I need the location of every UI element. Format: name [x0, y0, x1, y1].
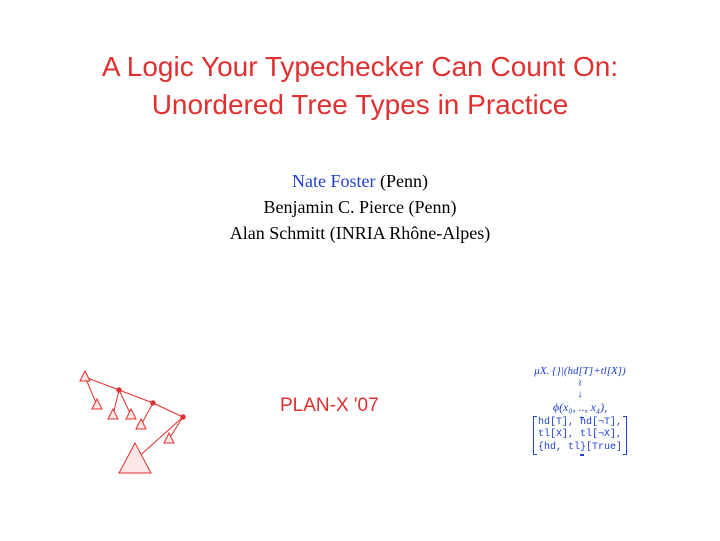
slide-title: A Logic Your Typechecker Can Count On: U…: [0, 0, 720, 124]
author-1: Nate Foster (Penn): [0, 168, 720, 194]
title-line-1: A Logic Your Typechecker Can Count On:: [0, 48, 720, 86]
tree-diagram: [65, 365, 225, 485]
author-1-affil: (Penn): [375, 171, 428, 191]
formula-m3: {hd, tl}[True]: [538, 442, 622, 455]
venue-label: PLAN-X '07: [280, 395, 379, 417]
authors: Nate Foster (Penn) Benjamin C. Pierce (P…: [0, 168, 720, 246]
footer-row: PLAN-X '07 μX. {}|(hd[T]+tl[X]) ≀↓ ϕ(x₀,…: [0, 370, 720, 500]
author-highlighted: Nate Foster: [292, 171, 375, 191]
formula-mu: μX. {}|(hd[T]+tl[X]): [500, 364, 660, 378]
formula-m2: tl[X], tl[¬X],: [538, 429, 622, 442]
title-line-2: Unordered Tree Types in Practice: [0, 86, 720, 124]
author-3: Alan Schmitt (INRIA Rhône-Alpes): [0, 220, 720, 246]
formula-matrix: hd[T], hd[¬T], tl[X], tl[¬X], {hd, tl}[T…: [533, 416, 627, 456]
author-2: Benjamin C. Pierce (Penn): [0, 194, 720, 220]
formula-arrow: ≀↓: [500, 378, 660, 400]
formula-phi: ϕ(x₀, .., x₄),: [500, 400, 660, 416]
formula-m1: hd[T], hd[¬T],: [538, 417, 622, 430]
formula-diagram: μX. {}|(hd[T]+tl[X]) ≀↓ ϕ(x₀, .., x₄), h…: [500, 364, 660, 455]
